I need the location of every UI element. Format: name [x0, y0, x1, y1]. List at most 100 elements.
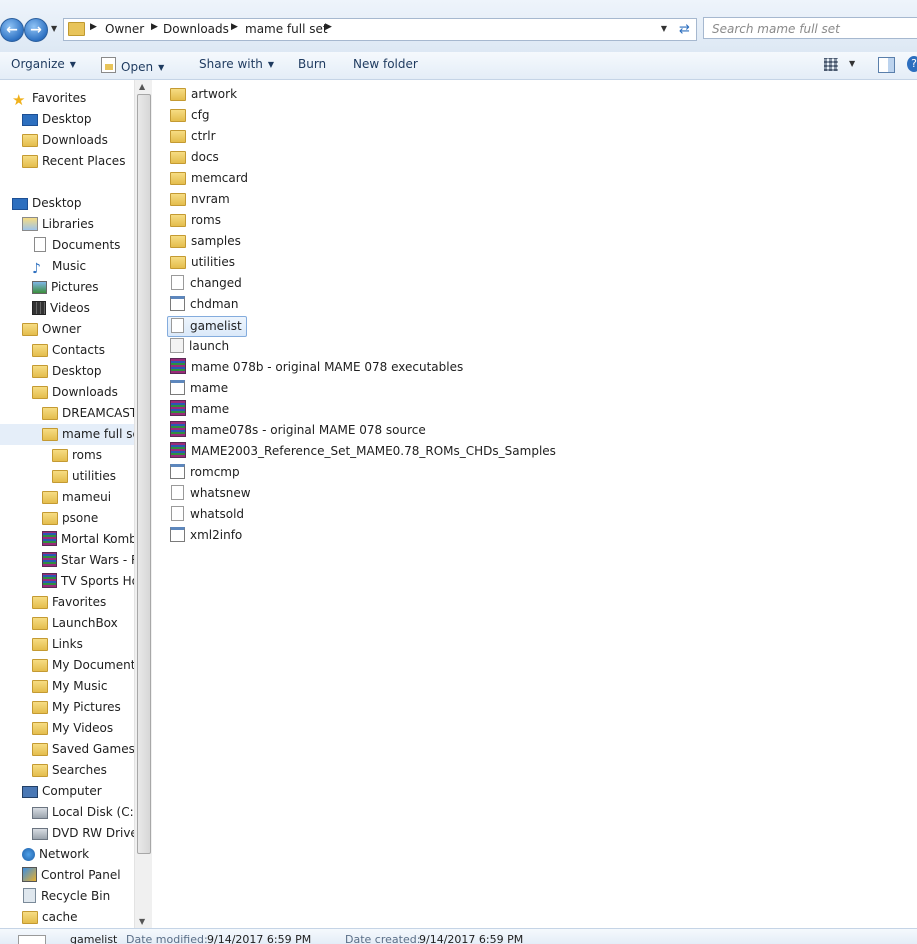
file-item[interactable]: utilities: [168, 252, 239, 273]
file-item[interactable]: artwork: [168, 84, 241, 105]
folder-icon: [170, 88, 186, 101]
scrollbar-thumb[interactable]: [137, 94, 151, 854]
text-file-icon: [171, 318, 184, 333]
archive-icon: [170, 442, 186, 458]
file-item[interactable]: cfg: [168, 105, 213, 126]
file-item[interactable]: docs: [168, 147, 223, 168]
file-item-label: mame 078b - original MAME 078 executable…: [191, 360, 464, 374]
nav-item-label: DVD RW Drive (: [52, 826, 134, 840]
breadcrumb-mame-full-set[interactable]: mame full set: [245, 22, 328, 36]
file-item-label: roms: [191, 213, 221, 227]
folder-icon: [32, 701, 48, 714]
open-file-icon: [101, 57, 116, 73]
nav-item-label: Videos: [50, 301, 90, 315]
nav-item-label: Libraries: [42, 217, 94, 231]
address-field[interactable]: ▶ Owner ▶ Downloads ▶ mame full set ▶ ▼: [63, 18, 674, 41]
music-icon: ♪: [32, 261, 41, 277]
open-label: Open: [121, 60, 154, 74]
document-icon: [34, 237, 46, 252]
nav-item-label: Star Wars - R: [61, 553, 134, 567]
breadcrumb-arrow-icon[interactable]: ▶: [325, 22, 332, 32]
help-icon[interactable]: ?: [907, 56, 917, 72]
file-item[interactable]: mame 078b - original MAME 078 executable…: [168, 357, 467, 378]
archive-icon: [170, 421, 186, 437]
file-list: artwork cfg ctrlr docs memcard nvram roms sampl…: [152, 80, 917, 928]
file-item[interactable]: mame078s - original MAME 078 source: [168, 420, 430, 441]
address-history-dropdown-icon[interactable]: ▼: [661, 24, 667, 33]
refresh-button[interactable]: ⇄: [673, 18, 697, 41]
file-item[interactable]: whatsnew: [168, 483, 255, 504]
dvd-drive-icon: [32, 828, 48, 840]
scroll-down-icon[interactable]: ▼: [139, 917, 145, 926]
file-item[interactable]: whatsold: [168, 504, 248, 525]
drive-icon: [32, 807, 48, 819]
breadcrumb-arrow-icon[interactable]: ▶: [231, 22, 238, 32]
open-button[interactable]: Open ▼: [101, 57, 164, 74]
file-item[interactable]: samples: [168, 231, 245, 252]
change-view-icon[interactable]: [824, 58, 838, 71]
text-file-icon: [171, 485, 184, 500]
nav-item[interactable]: mame full set: [0, 424, 134, 445]
file-item[interactable]: ctrlr: [168, 126, 220, 147]
archive-icon: [170, 358, 186, 374]
file-item[interactable]: romcmp: [168, 462, 244, 483]
folder-icon: [170, 214, 186, 227]
share-with-button[interactable]: Share with ▼: [199, 57, 274, 71]
file-item-label: gamelist: [190, 319, 242, 333]
details-pane: gamelist Date modified: 9/14/2017 6:59 P…: [0, 928, 917, 944]
file-item-label: launch: [189, 339, 230, 353]
forward-button[interactable]: →: [24, 18, 48, 42]
command-bar: Organize ▼ Open ▼ Share with ▼ Burn New fol…: [0, 52, 917, 80]
recent-pages-dropdown-icon[interactable]: ▼: [51, 24, 57, 33]
nav-item-label: Control Panel: [41, 868, 121, 882]
archive-icon: [42, 531, 57, 546]
nav-item-label: My Documents: [52, 658, 134, 672]
file-item[interactable]: mame: [168, 399, 233, 420]
file-item[interactable]: chdman: [168, 294, 242, 315]
navigation-scrollbar[interactable]: ▲ ▼: [134, 80, 152, 928]
folder-icon: [22, 323, 38, 336]
star-icon: ★: [12, 91, 26, 109]
file-item[interactable]: gamelist: [167, 316, 247, 337]
file-item-label: xml2info: [190, 528, 243, 542]
preview-pane-icon[interactable]: [878, 57, 895, 73]
scroll-up-icon[interactable]: ▲: [139, 82, 145, 91]
nav-item-label: Contacts: [52, 343, 105, 357]
nav-item-label: utilities: [72, 469, 116, 483]
breadcrumb-arrow-icon[interactable]: ▶: [151, 22, 158, 32]
nav-item-label: Computer: [42, 784, 102, 798]
chevron-down-icon[interactable]: ▼: [849, 59, 855, 68]
folder-icon: [32, 596, 48, 609]
file-item[interactable]: MAME2003_Reference_Set_MAME0.78_ROMs_CHD…: [168, 441, 560, 462]
nav-item-label: Local Disk (C:): [52, 805, 134, 819]
breadcrumb-downloads[interactable]: Downloads: [163, 22, 229, 36]
file-item-label: mame: [190, 381, 229, 395]
folder-icon: [42, 512, 58, 525]
folder-icon: [42, 428, 58, 441]
back-button[interactable]: ←: [0, 18, 24, 42]
file-item[interactable]: changed: [168, 273, 246, 294]
burn-button[interactable]: Burn: [298, 57, 326, 71]
file-item-label: mame: [191, 402, 230, 416]
nav-item-label: mameui: [62, 490, 112, 504]
file-item[interactable]: launch: [168, 336, 233, 357]
details-created-label: Date created:: [345, 933, 421, 944]
nav-item-label: mame full set: [62, 427, 134, 441]
new-folder-button[interactable]: New folder: [353, 57, 418, 71]
organize-button[interactable]: Organize ▼: [11, 57, 76, 71]
search-input[interactable]: Search mame full set: [703, 17, 917, 39]
file-item-label: chdman: [190, 297, 239, 311]
nav-item-label: My Music: [52, 679, 108, 693]
file-item[interactable]: nvram: [168, 189, 234, 210]
archive-icon: [42, 573, 57, 588]
application-icon: [170, 464, 185, 479]
file-item[interactable]: xml2info: [168, 525, 246, 546]
file-item-label: ctrlr: [191, 129, 216, 143]
file-item[interactable]: mame: [168, 378, 232, 399]
libraries-icon: [22, 217, 38, 231]
file-item[interactable]: roms: [168, 210, 225, 231]
file-item[interactable]: memcard: [168, 168, 252, 189]
breadcrumb-owner[interactable]: Owner: [105, 22, 144, 36]
breadcrumb-arrow-icon[interactable]: ▶: [90, 22, 97, 32]
folder-icon: [32, 659, 48, 672]
